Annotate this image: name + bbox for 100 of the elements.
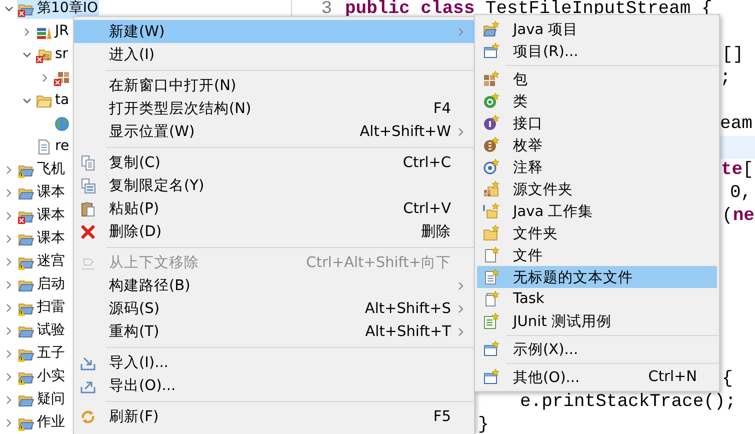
refresh-icon <box>80 408 96 424</box>
menu-item[interactable]: 源码(S) Alt+Shift+S <box>74 297 474 320</box>
tree-item[interactable]: 启动 <box>17 274 66 295</box>
shortcut-label: Ctrl+V <box>402 200 451 216</box>
tree-item[interactable]: 第10章IO <box>17 0 99 19</box>
menu-item[interactable]: 接口 <box>477 112 717 134</box>
menu-item[interactable]: 构建路径(B) <box>74 274 474 297</box>
menu-item[interactable]: Java 项目 <box>477 18 717 40</box>
menu-item[interactable]: 打开类型层次结构(N) F4 <box>74 97 474 120</box>
tree-label: 疑问 <box>37 392 65 407</box>
folders-icon <box>483 203 499 219</box>
menu-item[interactable]: 进入(I) <box>74 43 474 66</box>
source-folder-icon <box>36 46 52 62</box>
code-text: { <box>722 368 733 391</box>
menu-item[interactable]: 示例(X)... <box>477 338 717 360</box>
tree-label: 作业 <box>37 415 65 430</box>
menu-item[interactable]: 注释 <box>477 156 717 178</box>
code-text: e.printStackTrace(); <box>520 391 736 414</box>
code-text: [] <box>722 44 744 67</box>
tree-item[interactable]: 试验 <box>17 320 66 341</box>
source-folder-icon <box>483 181 499 197</box>
tree-item[interactable]: 飞机 <box>17 159 66 180</box>
code-text: ( <box>722 205 733 228</box>
menu-item[interactable]: 删除(D) 删除 <box>74 220 474 243</box>
menu-item[interactable]: 显示位置(W) Alt+Shift+W <box>74 120 474 143</box>
menu-item[interactable]: 复制限定名(Y) <box>74 174 474 197</box>
shortcut-label: F5 <box>432 408 451 424</box>
tree-item[interactable]: ta <box>35 90 70 111</box>
code-keyword: ne <box>732 205 754 228</box>
tree-label: 小实 <box>37 369 65 384</box>
tree-item[interactable]: 作业 <box>17 412 66 433</box>
tree-item[interactable]: 五子 <box>17 343 66 364</box>
menu-item[interactable]: 在新窗口中打开(N) <box>74 74 474 97</box>
menu-item[interactable]: 导入(I)... <box>74 351 474 374</box>
shortcut-label: Ctrl+N <box>647 369 698 385</box>
file-icon <box>36 138 52 154</box>
menu-item[interactable]: JUnit 测试用例 <box>477 310 717 332</box>
tree-item[interactable]: 扫雷 <box>17 297 66 318</box>
menu-item[interactable]: 文件夹 <box>477 222 717 244</box>
menu-item[interactable]: 源文件夹 <box>477 178 717 200</box>
circle-icon <box>483 93 499 109</box>
package-icon <box>483 71 499 87</box>
tree-item[interactable]: JR <box>35 21 70 42</box>
window-icon <box>483 341 499 357</box>
folder-icon <box>483 225 499 241</box>
tree-label: 迷宫 <box>37 254 65 269</box>
menu-item[interactable]: 重构(T) Alt+Shift+T <box>74 320 474 343</box>
menu-item[interactable]: 文件 <box>477 244 717 266</box>
tree-label: 课本 <box>37 185 65 200</box>
menu-item[interactable]: 枚举 <box>477 134 717 156</box>
file-icon <box>483 247 499 263</box>
tree-item[interactable]: re <box>35 136 70 157</box>
tree-label: ta <box>55 93 70 108</box>
menu-item[interactable]: 粘贴(P) Ctrl+V <box>74 197 474 220</box>
code-text: } <box>478 414 489 434</box>
folder-icon <box>36 92 52 108</box>
menu-item[interactable]: 刷新(F) F5 <box>74 405 474 428</box>
menu-item[interactable]: Task <box>477 288 717 310</box>
menu-item[interactable]: 项目(R)... <box>477 40 717 62</box>
code-keyword: public class <box>345 0 475 21</box>
tree-label: sr <box>55 47 68 62</box>
shortcut-label: Alt+Shift+S <box>364 300 451 316</box>
tree-label: 五子 <box>37 346 65 361</box>
code-text: ; <box>720 67 731 90</box>
tree-label: 试验 <box>37 323 65 338</box>
copy-icon <box>80 178 96 194</box>
tree-label: 启动 <box>37 277 65 292</box>
shortcut-label: Alt+Shift+W <box>358 124 451 140</box>
shortcut-label: 删除 <box>420 223 451 241</box>
code-text: 0, <box>730 182 752 205</box>
tree-item[interactable]: sr <box>35 44 70 65</box>
window-icon <box>483 369 499 385</box>
circle-icon <box>483 115 499 131</box>
checklist-file-icon <box>483 313 499 329</box>
tree-label: 课本 <box>37 208 65 223</box>
tree-label: 飞机 <box>37 162 65 177</box>
tree-item[interactable]: 课本 <box>17 205 66 226</box>
tree-item[interactable]: 迷宫 <box>17 251 66 272</box>
tree-label: re <box>55 139 70 154</box>
menu-item[interactable]: 类 <box>477 90 717 112</box>
menu-item[interactable]: 新建(W) <box>74 20 474 43</box>
text-file-icon <box>483 269 499 285</box>
tree-item[interactable]: 疑问 <box>17 389 66 410</box>
code-text: [ <box>742 159 754 182</box>
shortcut-label: F4 <box>432 100 451 116</box>
menu-item[interactable]: 包 <box>477 68 717 90</box>
tree-item[interactable]: 课本 <box>17 228 66 249</box>
menu-item[interactable]: 无标题的文本文件 <box>477 266 717 288</box>
tree-item[interactable]: 小实 <box>17 366 66 387</box>
menu-item[interactable]: 导出(O)... <box>74 374 474 397</box>
code-text: eam <box>720 113 752 136</box>
tree-item[interactable]: 课本 <box>17 182 66 203</box>
menu-item[interactable]: Java 工作集 <box>477 200 717 222</box>
menu-item[interactable]: 复制(C) Ctrl+C <box>74 151 474 174</box>
at-sign-icon <box>483 159 499 175</box>
tree-label: 扫雷 <box>37 300 65 315</box>
tree-label: 第10章IO <box>37 1 98 16</box>
menu-item[interactable]: 其他(O)... Ctrl+N <box>477 366 717 388</box>
circle-icon <box>483 137 499 153</box>
shortcut-label: Ctrl+Alt+Shift+向下 <box>305 254 451 272</box>
